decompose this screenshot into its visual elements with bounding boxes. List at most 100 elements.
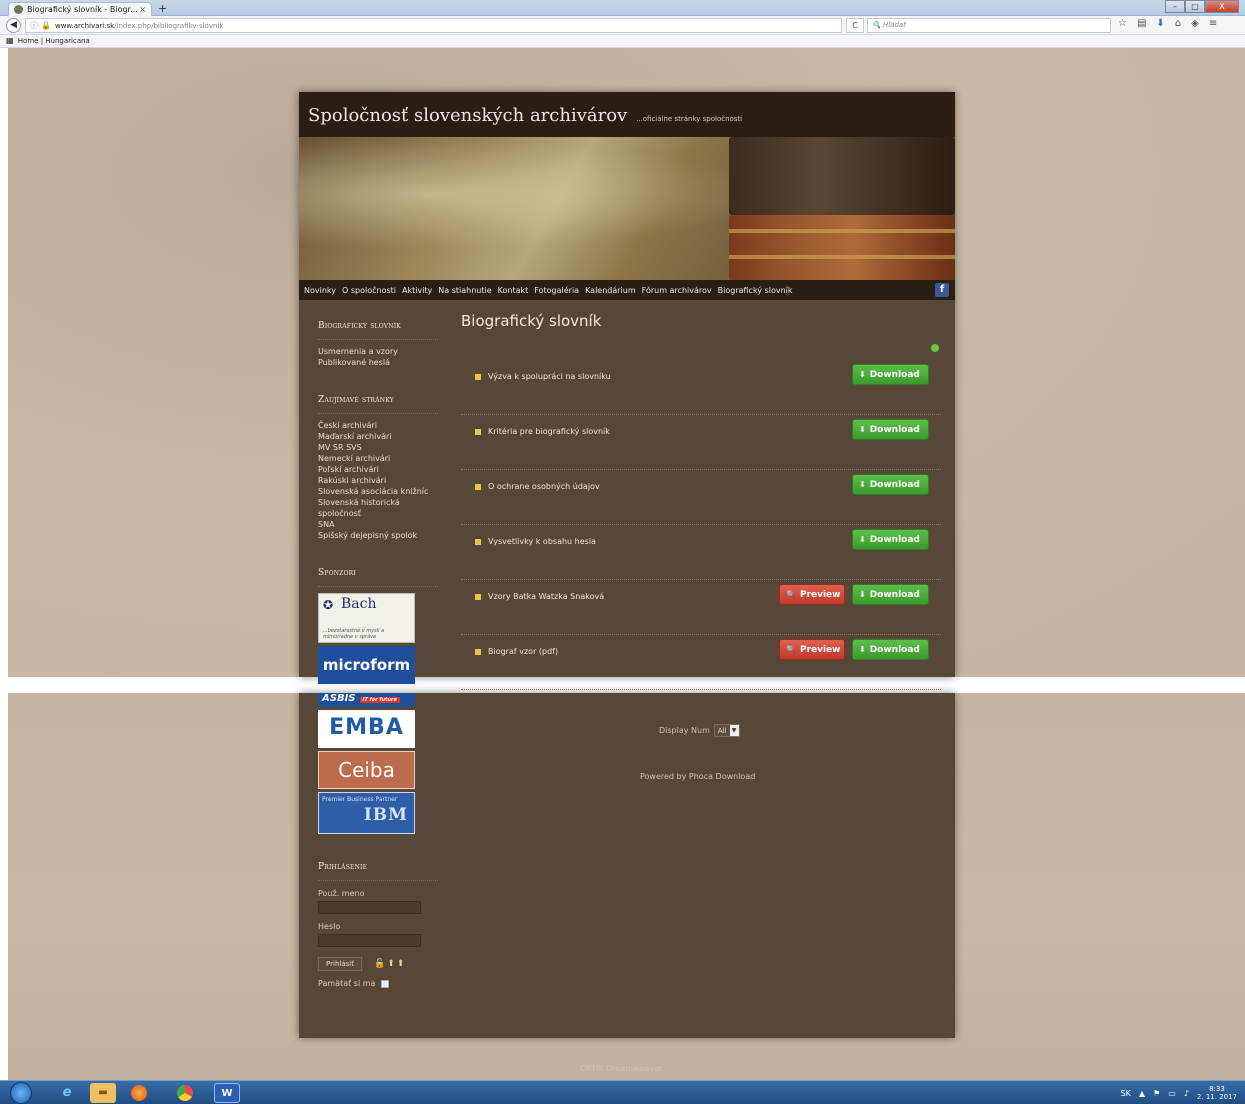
facebook-icon[interactable]: f	[935, 283, 949, 297]
firefox-icon[interactable]	[126, 1083, 152, 1103]
display-num-value: All	[717, 726, 727, 735]
file-name[interactable]: O ochrane osobných údajov	[488, 482, 600, 491]
sponsor-emba-logo[interactable]: EMBA	[318, 710, 415, 748]
internet-explorer-icon[interactable]: e	[54, 1083, 80, 1103]
login-helper-icons[interactable]: 🔓⬆⬆	[374, 959, 406, 969]
menu-item-biograficky-slovnik[interactable]: Biografický slovník	[718, 286, 793, 295]
display-num-control: Display Num All ▼	[659, 724, 740, 737]
username-field[interactable]	[318, 901, 421, 914]
download-button[interactable]: ⬇ Download	[852, 639, 929, 660]
download-button[interactable]: ⬇ Download	[852, 419, 929, 440]
clock-time: 8:33	[1209, 1085, 1225, 1093]
bookmarks-bar: ▦ Home | Hungaricana	[0, 35, 1245, 48]
sidebar-link-nemecki[interactable]: Nemeckí archivári	[318, 453, 438, 464]
sponsor-ibm-logo[interactable]: Premier Business Partner IBM	[318, 792, 415, 834]
browser-tab-bar: Biografický slovník - Biogr... × + – □ X	[0, 0, 1245, 16]
search-input[interactable]: 🔍 Hľadať	[867, 18, 1111, 33]
file-name[interactable]: Biograf vzor (pdf)	[488, 647, 558, 656]
download-icon: ⬇	[859, 590, 866, 599]
reload-button[interactable]: C	[846, 18, 864, 33]
file-name[interactable]: Vysvetlivky k obsahu hesla	[488, 537, 596, 546]
login-button[interactable]: Prihlásiť	[318, 957, 362, 971]
menu-item-novinky[interactable]: Novinky	[304, 286, 336, 295]
download-button[interactable]: ⬇ Download	[852, 474, 929, 495]
sidebar-link-madarski[interactable]: Maďarskí archivári	[318, 431, 438, 442]
language-indicator[interactable]: SK	[1121, 1089, 1131, 1098]
preview-label: Preview	[799, 589, 841, 600]
sidebar-link-publikovane[interactable]: Publikované heslá	[318, 357, 438, 368]
sidebar-link-sak[interactable]: Slovenská asociácia knižníc	[318, 486, 438, 497]
chrome-icon[interactable]	[172, 1083, 198, 1103]
home-icon[interactable]: ⌂	[1175, 18, 1181, 29]
download-icon: ⬇	[859, 535, 866, 544]
sponsor-bach-logo[interactable]: ✪ Bach ...bezstarostné v mysli a mimoria…	[318, 593, 415, 643]
powered-by-link[interactable]: Powered by Phoca Download	[640, 772, 755, 781]
pocket-icon[interactable]: ◈	[1191, 18, 1199, 29]
tab-close-icon[interactable]: ×	[139, 5, 146, 14]
close-window-button[interactable]: X	[1205, 0, 1239, 13]
bookmark-hungaricana[interactable]: Home | Hungaricana	[18, 37, 90, 45]
password-field[interactable]	[318, 934, 421, 947]
word-icon[interactable]: W	[214, 1083, 240, 1103]
system-tray: SK ▲ ⚑ ▭ ♪ 8:33 2. 11. 2017	[1121, 1085, 1237, 1101]
sidebar-link-ceski[interactable]: Českí archivári	[318, 420, 438, 431]
maximize-button[interactable]: □	[1185, 0, 1205, 13]
action-center-flag-icon[interactable]: ⚑	[1153, 1089, 1160, 1098]
left-edge	[0, 48, 8, 677]
browser-navbar: ◀ ⓘ 🔒 www.archivari.sk /index.php/biblio…	[0, 16, 1245, 35]
menu-item-aktivity[interactable]: Aktivity	[402, 286, 432, 295]
sidebar-link-spissky[interactable]: Spišský dejepisný spolok	[318, 530, 438, 541]
tray-expand-icon[interactable]: ▲	[1139, 1089, 1145, 1098]
download-button[interactable]: ⬇ Download	[852, 584, 929, 605]
menu-icon[interactable]: ≡	[1209, 18, 1217, 29]
list-item: O ochrane osobných údajov ⬇ Download	[461, 470, 941, 525]
sidebar-link-shs[interactable]: Slovenská historická spoločnosť	[318, 497, 438, 519]
banner-book-band	[729, 255, 955, 259]
menu-item-kalendarium[interactable]: Kalendárium	[585, 286, 636, 295]
menu-item-fotogaleria[interactable]: Fotogaléria	[534, 286, 579, 295]
download-button[interactable]: ⬇ Download	[852, 529, 929, 550]
start-button[interactable]	[10, 1082, 32, 1104]
menu-item-na-stiahnutie[interactable]: Na stiahnutie	[438, 286, 491, 295]
main-menu: Novinky O spoločnosti Aktivity Na stiahn…	[299, 280, 955, 300]
clock[interactable]: 8:33 2. 11. 2017	[1197, 1085, 1237, 1101]
sponsor-asbis-logo[interactable]: ASBIS IT for future	[318, 693, 415, 707]
new-tab-button[interactable]: +	[158, 2, 167, 15]
preview-button[interactable]: 🔍 Preview	[779, 584, 845, 605]
sidebar-link-rakuski[interactable]: Rakúski archivári	[318, 475, 438, 486]
file-explorer-icon[interactable]: ▬	[90, 1083, 116, 1103]
site-title[interactable]: Spoločnosť slovenských archivárov	[308, 105, 627, 126]
remember-checkbox[interactable]	[381, 979, 390, 988]
sidebar-heading-zaujimave: Zaujímavé stránky	[318, 395, 438, 414]
sidebar-link-sna[interactable]: SNA	[318, 519, 438, 530]
remember-me-row: Pamätať si ma	[318, 979, 438, 988]
download-button[interactable]: ⬇ Download	[852, 364, 929, 385]
minimize-button[interactable]: –	[1165, 0, 1185, 13]
menu-item-forum[interactable]: Fórum archivárov	[642, 286, 712, 295]
download-label: Download	[869, 424, 920, 435]
magnifier-icon: 🔍	[786, 590, 796, 599]
bookmark-star-icon[interactable]: ☆	[1118, 18, 1127, 29]
sidebar-link-usmernenia[interactable]: Usmernenia a vzory	[318, 346, 438, 357]
sidebar-link-polski[interactable]: Poľskí archivári	[318, 464, 438, 475]
file-name[interactable]: Kritéria pre biografický slovník	[488, 427, 610, 436]
download-icon: ⬇	[859, 480, 866, 489]
info-icon[interactable]: ⓘ	[30, 20, 38, 31]
volume-icon[interactable]: ♪	[1184, 1089, 1189, 1098]
browser-tab[interactable]: Biografický slovník - Biogr... ×	[8, 2, 152, 16]
file-icon	[475, 374, 481, 380]
download-arrow-icon[interactable]: ⬇	[1156, 18, 1164, 29]
sponsor-microform-logo[interactable]: microform	[318, 646, 415, 684]
sidebar-link-mvsr[interactable]: MV SR SVS	[318, 442, 438, 453]
file-name[interactable]: Výzva k spolupráci na slovníku	[488, 372, 611, 381]
menu-item-kontakt[interactable]: Kontakt	[498, 286, 529, 295]
reading-list-icon[interactable]: ▤	[1137, 18, 1146, 29]
preview-button[interactable]: 🔍 Preview	[779, 639, 845, 660]
back-button[interactable]: ◀	[6, 18, 21, 33]
display-num-select[interactable]: All ▼	[713, 724, 740, 737]
network-icon[interactable]: ▭	[1168, 1089, 1176, 1098]
address-bar[interactable]: ⓘ 🔒 www.archivari.sk /index.php/bibliogr…	[25, 18, 842, 33]
file-name[interactable]: Vzory Batka Watzka Snaková	[488, 592, 604, 601]
sponsor-ceiba-logo[interactable]: Ceiba	[318, 751, 415, 789]
menu-item-o-spolocnosti[interactable]: O spoločnosti	[342, 286, 396, 295]
